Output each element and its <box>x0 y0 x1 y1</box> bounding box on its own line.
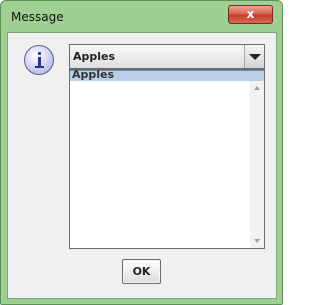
combobox-selected-value: Apples <box>73 50 116 63</box>
message-dialog: Message x Apples Apples OK <box>0 0 283 305</box>
list-scrollbar[interactable] <box>250 81 264 248</box>
scroll-up-icon <box>254 86 260 90</box>
close-button[interactable]: x <box>228 5 273 24</box>
info-icon-dot <box>38 52 41 55</box>
scroll-down-icon <box>254 239 260 243</box>
ok-button[interactable]: OK <box>122 259 161 284</box>
title-bar[interactable]: Message x <box>1 1 284 33</box>
dialog-content: Apples Apples OK <box>7 32 277 299</box>
scroll-down-button[interactable] <box>250 234 264 248</box>
scroll-up-button[interactable] <box>250 81 264 95</box>
info-icon <box>24 45 54 75</box>
window-title: Message <box>11 10 64 24</box>
combobox-dropdown-button[interactable] <box>244 45 264 68</box>
dropdown-list[interactable]: Apples <box>69 69 265 249</box>
info-icon-base <box>35 66 44 68</box>
chevron-down-icon <box>249 54 261 60</box>
list-item-label: Apples <box>72 69 115 81</box>
list-item-selected[interactable]: Apples <box>70 70 264 81</box>
close-icon: x <box>246 7 255 21</box>
fruit-combobox[interactable]: Apples <box>69 44 265 69</box>
